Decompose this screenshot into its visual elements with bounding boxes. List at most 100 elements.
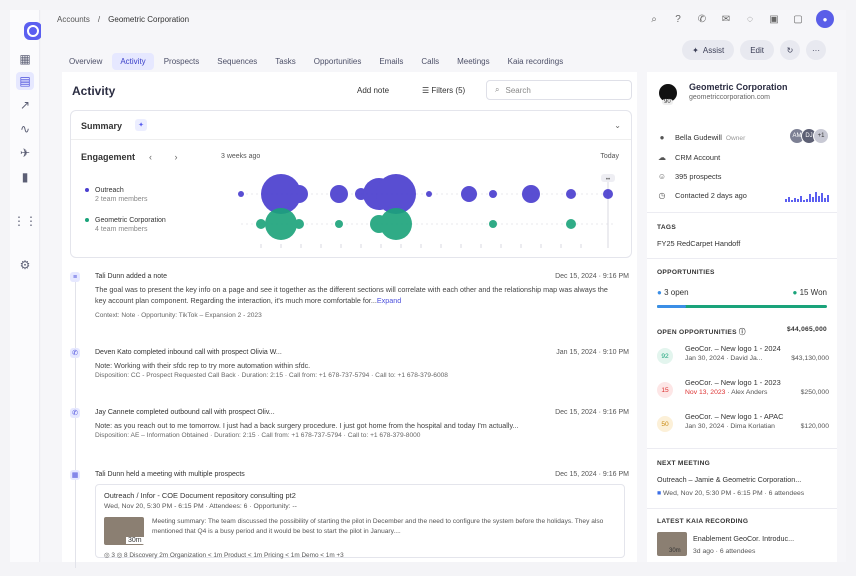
app-logo[interactable] — [24, 22, 42, 40]
tab-prospects[interactable]: Prospects — [156, 53, 208, 70]
ai-sparkle-icon: ✦ — [135, 119, 147, 131]
feed-item-meta: Disposition: CC - Prospect Requested Cal… — [95, 372, 448, 379]
company-url[interactable]: geometriccorporation.com — [689, 94, 770, 101]
search-icon[interactable]: ⌕ — [648, 13, 660, 25]
search-icon: ⌕ — [495, 85, 500, 94]
rocket-icon[interactable]: ✈ — [16, 144, 34, 162]
activity-search-input[interactable]: ⌕ Search — [486, 80, 632, 100]
settings-gear-icon[interactable]: ⚙ — [16, 256, 34, 274]
open-count[interactable]: ● 3 open — [657, 288, 689, 297]
opportunity-name: GeoCor. – New logo 1 - 2024 — [685, 344, 781, 353]
accounts-icon[interactable]: ▤ — [16, 72, 34, 90]
activity-title: Activity — [72, 84, 116, 98]
feed-item-body: The goal was to present the key info on … — [95, 284, 615, 306]
tab-activity[interactable]: Activity — [112, 53, 154, 70]
meeting-title: Outreach / Infor - COE Document reposito… — [104, 491, 296, 500]
refresh-icon: ↻ — [786, 45, 794, 55]
help-icon[interactable]: ? — [672, 13, 684, 25]
owner-name[interactable]: Bella Gudewill — [675, 133, 722, 142]
tab-opportunities[interactable]: Opportunities — [306, 53, 370, 70]
team-avatars[interactable]: AM DJ +1 — [789, 128, 829, 144]
dashboard-icon[interactable]: ▦ — [16, 50, 34, 68]
tab-emails[interactable]: Emails — [371, 53, 411, 70]
next-meeting-title[interactable]: Outreach – Jamie & Geometric Corporation… — [657, 475, 801, 484]
legend-geometric-sub: 4 team members — [95, 226, 148, 233]
legend-geometric: Geometric Corporation 4 team members — [85, 217, 166, 233]
open-won-progress — [657, 305, 827, 308]
opportunity-row[interactable]: 50 GeoCor. – New logo 1 - APAC Jan 30, 2… — [657, 412, 829, 440]
company-name[interactable]: Geometric Corporation — [689, 82, 788, 92]
legend-geometric-name: Geometric Corporation — [95, 217, 166, 224]
add-note-button[interactable]: Add note — [357, 86, 389, 95]
tab-calls[interactable]: Calls — [413, 53, 447, 70]
crm-row[interactable]: ☁ CRM Account — [657, 152, 720, 162]
engagement-nav-arrows[interactable]: ‹ › — [149, 152, 188, 162]
owner-avatar-icon: ● — [659, 132, 665, 142]
assist-button[interactable]: ✦ Assist — [682, 40, 735, 60]
breadcrumb-separator: / — [97, 15, 101, 24]
tags-header: TAGS — [657, 224, 677, 231]
bar-chart-icon[interactable]: ▮ — [16, 168, 34, 186]
filters-button[interactable]: ☰ Filters (5) — [422, 86, 465, 95]
calendar-icon: ▦ — [70, 470, 80, 480]
tab-overview[interactable]: Overview — [61, 53, 110, 70]
trend-icon[interactable]: ↗ — [16, 96, 34, 114]
feed-item-title: Tali Dunn added a note — [95, 273, 167, 280]
apps-grid-icon[interactable]: ⋮⋮ — [13, 212, 37, 230]
pulse-icon[interactable]: ∿ — [16, 120, 34, 138]
note-icon: ≡ — [70, 272, 80, 282]
user-avatar[interactable]: ● — [816, 10, 834, 28]
tab-meetings[interactable]: Meetings — [449, 53, 497, 70]
filters-label: Filters (5) — [431, 86, 466, 95]
feed-item-body: Note: Working with their sfdc rep to try… — [95, 361, 311, 370]
feed-item-body-text: The goal was to present the key info on … — [95, 285, 608, 305]
phone-icon[interactable]: ✆ — [696, 13, 708, 25]
kaia-recording-header: LATEST KAIA RECORDING — [657, 518, 749, 525]
contact-sparkline — [785, 190, 829, 202]
more-icon: ··· — [812, 45, 820, 55]
info-icon[interactable]: ⓘ — [739, 329, 746, 336]
kaia-recording-title[interactable]: Enablement GeoCor. Introduc... — [693, 534, 794, 543]
opportunity-owner: Dima Korlatian — [730, 423, 775, 430]
tasks-icon[interactable]: ▢ — [792, 13, 804, 25]
summary-card: Summary ✦ ⌄ Engagement ‹ › 3 weeks ago T… — [70, 110, 632, 258]
tab-tasks[interactable]: Tasks — [267, 53, 303, 70]
divider — [71, 139, 631, 140]
edit-button[interactable]: Edit — [740, 40, 774, 60]
divider — [647, 258, 837, 259]
opportunity-amount: $120,000 — [800, 423, 829, 430]
feed-item-meta: Context: Note · Opportunity: TikTok – Ex… — [95, 312, 262, 319]
tag-value[interactable]: FY25 RedCarpet Handoff — [657, 239, 740, 248]
opportunity-details: Nov 13, 2023 · Alex Anders — [685, 389, 768, 396]
search-placeholder: Search — [505, 85, 531, 95]
crm-label: CRM Account — [675, 152, 721, 162]
opportunity-row[interactable]: 92 GeoCor. – New logo 1 - 2024 Jan 30, 2… — [657, 344, 829, 372]
mail-icon[interactable]: ✉ — [720, 13, 732, 25]
engagement-title: Engagement — [81, 152, 136, 162]
refresh-button[interactable]: ↻ — [780, 40, 800, 60]
tab-bar: Overview Activity Prospects Sequences Ta… — [61, 53, 573, 70]
tab-sequences[interactable]: Sequences — [209, 53, 265, 70]
breadcrumb-root[interactable]: Accounts — [57, 15, 90, 24]
tab-kaia-recordings[interactable]: Kaia recordings — [500, 53, 572, 70]
opportunities-header: OPPORTUNITIES — [657, 269, 715, 276]
avatar-more[interactable]: +1 — [813, 128, 829, 144]
chat-icon[interactable]: ◌ — [744, 13, 756, 25]
won-count[interactable]: ● 15 Won — [792, 288, 827, 297]
outreach-dot-icon — [85, 188, 89, 193]
expand-link[interactable]: Expand — [377, 296, 401, 305]
kaia-recording-duration: 30m — [669, 548, 681, 554]
summary-title: Summary — [81, 121, 123, 131]
account-score: 90 — [662, 99, 673, 105]
geometric-dot-icon — [85, 218, 89, 223]
chevron-down-icon[interactable]: ⌄ — [614, 121, 621, 130]
meeting-card[interactable]: Outreach / Infor - COE Document reposito… — [95, 484, 625, 559]
feed-item-date: Jan 15, 2024 · 9:10 PM — [556, 349, 629, 356]
opportunity-row[interactable]: 15 GeoCor. – New logo 1 - 2023 Nov 13, 2… — [657, 378, 829, 406]
calendar-icon[interactable]: ▣ — [768, 13, 780, 25]
meeting-topic-chips: ◎ 3 ◎ 8 Discovery 2m Organization < 1m P… — [104, 552, 344, 559]
more-button[interactable]: ··· — [806, 40, 826, 60]
prospects-row[interactable]: ☺ 395 prospects — [657, 171, 722, 181]
feed-item-title: Tali Dunn held a meeting with multiple p… — [95, 471, 245, 478]
legend-outreach-sub: 2 team members — [95, 196, 148, 203]
